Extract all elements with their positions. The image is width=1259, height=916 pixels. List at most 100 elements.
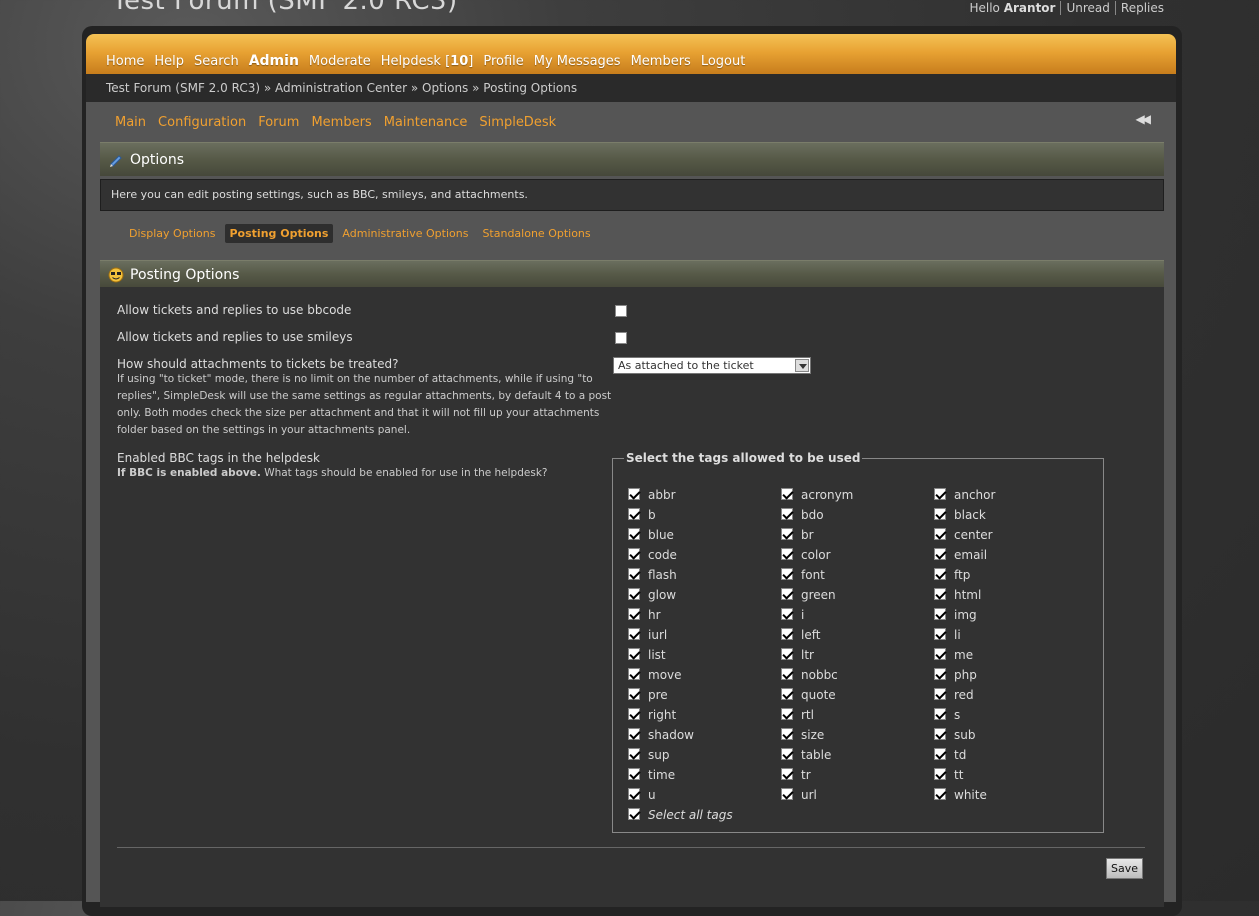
replies-link[interactable]: Replies [1121, 1, 1164, 15]
tag-option-td[interactable]: td [934, 748, 1084, 762]
tag-checkbox[interactable] [628, 648, 640, 660]
tag-checkbox[interactable] [628, 508, 640, 520]
tag-option-br[interactable]: br [781, 528, 931, 542]
username[interactable]: Arantor [1004, 1, 1056, 15]
tag-option-sup[interactable]: sup [628, 748, 778, 762]
tag-checkbox[interactable] [934, 628, 946, 640]
select-all-checkbox[interactable] [628, 808, 640, 820]
tag-option-tr[interactable]: tr [781, 768, 931, 782]
nav-item-admin[interactable]: Admin [248, 53, 300, 69]
tag-checkbox[interactable] [781, 608, 793, 620]
tag-option-quote[interactable]: quote [781, 688, 931, 702]
tag-option-font[interactable]: font [781, 568, 931, 582]
tag-checkbox[interactable] [781, 508, 793, 520]
smileys-checkbox[interactable] [615, 332, 627, 344]
tag-checkbox[interactable] [934, 708, 946, 720]
tag-checkbox[interactable] [781, 488, 793, 500]
tag-checkbox[interactable] [934, 668, 946, 680]
nav-item-profile[interactable]: Profile [482, 54, 524, 69]
tag-option-center[interactable]: center [934, 528, 1084, 542]
tag-option-email[interactable]: email [934, 548, 1084, 562]
tag-option-img[interactable]: img [934, 608, 1084, 622]
nav-item-members[interactable]: Members [630, 54, 692, 69]
subtab-standalone-options[interactable]: Standalone Options [477, 224, 595, 243]
tag-checkbox[interactable] [781, 668, 793, 680]
tag-checkbox[interactable] [934, 768, 946, 780]
breadcrumb-item[interactable]: Test Forum (SMF 2.0 RC3) [106, 81, 260, 95]
tag-checkbox[interactable] [628, 548, 640, 560]
tag-checkbox[interactable] [781, 588, 793, 600]
nav-item-my-messages[interactable]: My Messages [533, 54, 622, 69]
tag-checkbox[interactable] [628, 668, 640, 680]
tag-checkbox[interactable] [934, 788, 946, 800]
tag-checkbox[interactable] [628, 488, 640, 500]
tag-option-white[interactable]: white [934, 788, 1084, 802]
tag-checkbox[interactable] [781, 728, 793, 740]
tag-checkbox[interactable] [934, 548, 946, 560]
tag-option-acronym[interactable]: acronym [781, 488, 931, 502]
subtab-posting-options[interactable]: Posting Options [224, 224, 334, 243]
tag-option-code[interactable]: code [628, 548, 778, 562]
tag-checkbox[interactable] [934, 588, 946, 600]
tag-option-html[interactable]: html [934, 588, 1084, 602]
tag-checkbox[interactable] [934, 608, 946, 620]
tag-checkbox[interactable] [934, 728, 946, 740]
admin-tab-members[interactable]: Members [311, 115, 371, 130]
tag-option-me[interactable]: me [934, 648, 1084, 662]
tag-checkbox[interactable] [934, 528, 946, 540]
tag-option-url[interactable]: url [781, 788, 931, 802]
breadcrumb-item[interactable]: Administration Center [275, 81, 407, 95]
tag-option-shadow[interactable]: shadow [628, 728, 778, 742]
tag-checkbox[interactable] [934, 748, 946, 760]
tag-option-color[interactable]: color [781, 548, 931, 562]
tag-checkbox[interactable] [628, 568, 640, 580]
tag-checkbox[interactable] [781, 788, 793, 800]
breadcrumb-item[interactable]: Posting Options [483, 81, 577, 95]
nav-item-logout[interactable]: Logout [700, 54, 747, 69]
subtab-administrative-options[interactable]: Administrative Options [337, 224, 473, 243]
tag-option-blue[interactable]: blue [628, 528, 778, 542]
tag-option-nobbc[interactable]: nobbc [781, 668, 931, 682]
tag-option-list[interactable]: list [628, 648, 778, 662]
tag-option-php[interactable]: php [934, 668, 1084, 682]
tag-option-flash[interactable]: flash [628, 568, 778, 582]
tag-option-bdo[interactable]: bdo [781, 508, 931, 522]
tag-option-glow[interactable]: glow [628, 588, 778, 602]
tag-checkbox[interactable] [628, 528, 640, 540]
breadcrumb-item[interactable]: Options [422, 81, 468, 95]
tag-option-green[interactable]: green [781, 588, 931, 602]
tag-checkbox[interactable] [934, 488, 946, 500]
tag-checkbox[interactable] [628, 588, 640, 600]
tag-option-ltr[interactable]: ltr [781, 648, 931, 662]
tag-option-table[interactable]: table [781, 748, 931, 762]
tag-option-sub[interactable]: sub [934, 728, 1084, 742]
tag-option-li[interactable]: li [934, 628, 1084, 642]
tag-checkbox[interactable] [781, 648, 793, 660]
tag-checkbox[interactable] [781, 548, 793, 560]
tag-option-time[interactable]: time [628, 768, 778, 782]
tag-checkbox[interactable] [628, 688, 640, 700]
nav-item-help[interactable]: Help [153, 54, 185, 69]
tag-option-move[interactable]: move [628, 668, 778, 682]
admin-tab-main[interactable]: Main [115, 115, 146, 130]
tag-option-ftp[interactable]: ftp [934, 568, 1084, 582]
tag-checkbox[interactable] [934, 648, 946, 660]
tag-checkbox[interactable] [781, 528, 793, 540]
nav-item-helpdesk[interactable]: Helpdesk [10] [380, 54, 475, 69]
tag-option-left[interactable]: left [781, 628, 931, 642]
tag-option-size[interactable]: size [781, 728, 931, 742]
tag-option-right[interactable]: right [628, 708, 778, 722]
unread-link[interactable]: Unread [1066, 1, 1109, 15]
tag-option-rtl[interactable]: rtl [781, 708, 931, 722]
admin-tab-configuration[interactable]: Configuration [158, 115, 246, 130]
admin-tab-forum[interactable]: Forum [258, 115, 299, 130]
tag-checkbox[interactable] [628, 768, 640, 780]
tag-option-b[interactable]: b [628, 508, 778, 522]
tag-checkbox[interactable] [628, 748, 640, 760]
nav-item-home[interactable]: Home [105, 54, 145, 69]
tag-option-red[interactable]: red [934, 688, 1084, 702]
tag-option-u[interactable]: u [628, 788, 778, 802]
tag-checkbox[interactable] [781, 628, 793, 640]
tag-checkbox[interactable] [781, 748, 793, 760]
tag-checkbox[interactable] [628, 788, 640, 800]
